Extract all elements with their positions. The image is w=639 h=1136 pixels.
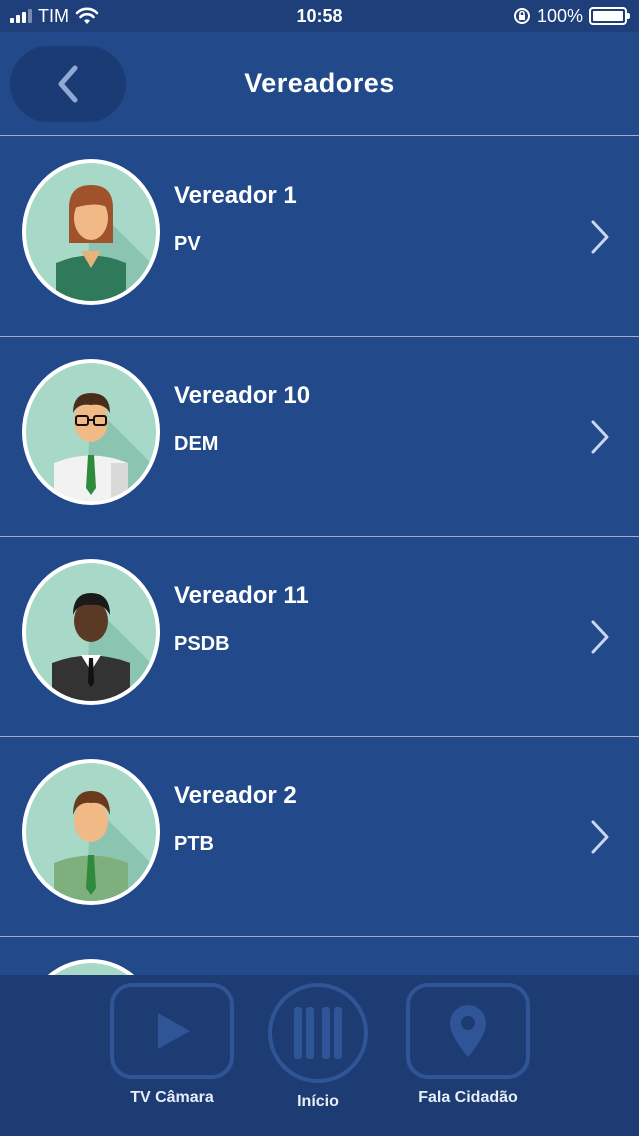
chevron-right-icon bbox=[591, 620, 609, 654]
status-bar: TIM 10:58 100% bbox=[0, 0, 639, 32]
tab-label: Início bbox=[297, 1093, 339, 1110]
list-item-partial[interactable] bbox=[0, 937, 639, 975]
vereadores-list: Vereador 1 PV Vereador 10 DEM Vereador 1… bbox=[0, 137, 639, 975]
vereador-party: PV bbox=[174, 233, 201, 255]
tab-label: TV Câmara bbox=[130, 1089, 214, 1106]
battery-percent: 100% bbox=[536, 5, 583, 26]
tab-inicio[interactable]: Início bbox=[268, 983, 368, 1111]
chevron-right-icon bbox=[591, 820, 609, 854]
vereador-party: PTB bbox=[174, 833, 214, 855]
nav-bar: Vereadores bbox=[0, 32, 639, 136]
carrier-label: TIM bbox=[38, 5, 69, 26]
chevron-right-icon bbox=[591, 420, 609, 454]
play-icon bbox=[158, 1013, 190, 1049]
chevron-right-icon bbox=[591, 220, 609, 254]
list-item[interactable]: Vereador 1 PV bbox=[0, 137, 639, 337]
status-right: 100% bbox=[513, 5, 630, 27]
partial-avatar bbox=[22, 959, 160, 975]
vereador-name: Vereador 2 bbox=[174, 782, 297, 809]
man-glasses-avatar bbox=[22, 359, 160, 505]
vereador-name: Vereador 10 bbox=[174, 382, 311, 409]
wifi-icon bbox=[75, 7, 99, 24]
list-item[interactable]: Vereador 11 PSDB bbox=[0, 537, 639, 737]
building-columns-icon bbox=[294, 1007, 342, 1059]
list-item[interactable]: Vereador 2 PTB bbox=[0, 737, 639, 937]
signal-icon bbox=[10, 9, 32, 23]
vereador-name: Vereador 1 bbox=[174, 182, 297, 209]
location-pin-icon bbox=[450, 1005, 486, 1057]
battery-fill bbox=[593, 11, 623, 21]
tab-tv-icon-frame bbox=[110, 983, 234, 1079]
tab-label: Fala Cidadão bbox=[418, 1089, 518, 1106]
vereador-party: PSDB bbox=[174, 633, 230, 655]
vereador-name: Vereador 11 bbox=[174, 582, 309, 609]
man-green-avatar bbox=[22, 759, 160, 905]
list-item[interactable]: Vereador 10 DEM bbox=[0, 337, 639, 537]
status-left: TIM bbox=[10, 6, 99, 27]
battery-icon bbox=[589, 7, 630, 25]
woman-avatar bbox=[22, 159, 160, 305]
tab-tv-camara[interactable]: TV Câmara bbox=[110, 983, 234, 1107]
rotation-lock-icon bbox=[513, 8, 530, 24]
vereador-party: DEM bbox=[174, 433, 219, 455]
tab-fala-icon-frame bbox=[406, 983, 530, 1079]
man-suit-avatar bbox=[22, 559, 160, 705]
tab-inicio-icon-frame bbox=[268, 983, 368, 1083]
page-title: Vereadores bbox=[244, 68, 395, 98]
tab-fala-cidadao[interactable]: Fala Cidadão bbox=[406, 983, 530, 1107]
tab-bar: TV Câmara Início Fala Cidadão bbox=[0, 975, 639, 1136]
